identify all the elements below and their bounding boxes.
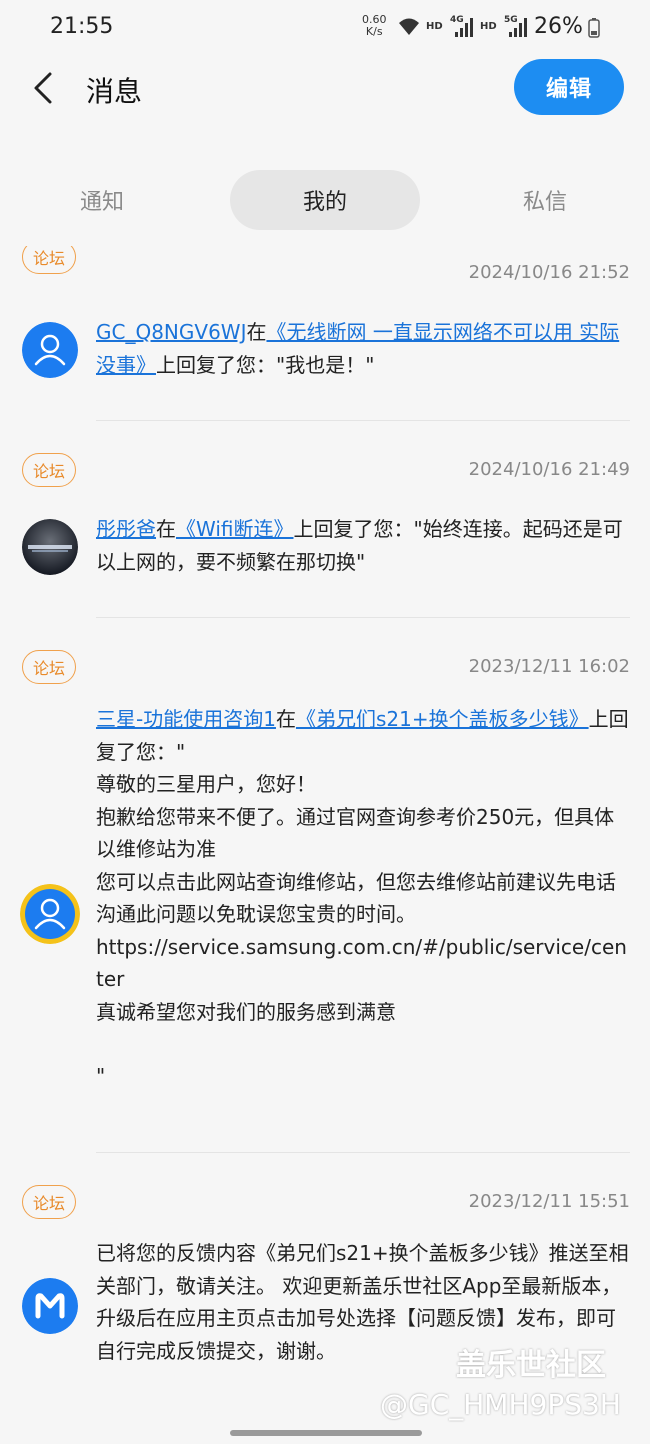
wifi-icon [399,18,419,35]
photo-avatar-icon [22,519,78,575]
message-line [96,1028,631,1060]
message-header-line: 三星-功能使用咨询1在《弟兄们s21+换个盖板多少钱》上回复了您：" [96,707,629,764]
message-date: 2023/12/11 16:02 [468,656,630,677]
default-avatar-icon [22,322,78,378]
signal-icon-1 [455,18,473,37]
forum-badge: 论坛 [22,1185,76,1219]
topic-link[interactable]: 《弟兄们s21+换个盖板多少钱》 [296,707,589,731]
battery-icon [588,18,600,38]
message-text: 三星-功能使用咨询1在《弟兄们s21+换个盖板多少钱》上回复了您：" 尊敬的三星… [96,703,631,1093]
divider [96,617,630,618]
battery-percent: 26% [534,14,583,39]
forum-badge: 论坛 [22,650,76,684]
message-date: 2024/10/16 21:49 [468,459,630,480]
user-avatar[interactable] [22,322,78,378]
signal-icon-2 [509,18,527,37]
message-text: 彤彤爸在《Wifi断连》上回复了您："始终连接。起码还是可以上网的，要不频繁在那… [96,517,623,574]
back-arrow-icon[interactable] [28,68,62,108]
divider [96,1152,630,1153]
system-avatar[interactable] [22,1278,78,1334]
user-avatar[interactable] [22,519,78,575]
message-date: 2024/10/16 21:52 [468,262,630,283]
tab-private-messages[interactable]: 私信 [472,170,618,230]
hd-label-2: HD [480,21,497,32]
community-logo-icon [22,1278,78,1334]
app-header: 消息 编辑 [0,56,650,126]
message-line: 尊敬的三星用户，您好！ [96,772,316,796]
message-feed[interactable]: 论坛 2024/10/16 21:52 GC_Q8NGV6WJ在《无线断网 一直… [0,246,650,1426]
message-line: 抱歉给您带来不便了。通过官网查询参考价250元，但具体以维修站为准 [96,804,615,862]
home-indicator[interactable] [230,1430,422,1436]
watermark-site: 盖乐世社区 [456,1348,606,1383]
message-line: 您可以点击此网站查询维修站，但您去维修站前建议先电话沟通此问题以免耽误您宝贵的时… [96,869,616,927]
status-time: 21:55 [50,14,114,39]
forum-badge: 论坛 [22,246,76,274]
message-line: https://service.samsung.com.cn/#/public/… [96,934,627,992]
edit-button[interactable]: 编辑 [514,59,624,115]
tab-notifications[interactable]: 通知 [30,170,174,230]
network-speed-unit: K/s [365,25,383,38]
topic-link[interactable]: 《Wifi断连》 [176,517,294,541]
message-date: 2023/12/11 15:51 [468,1191,630,1212]
divider [96,420,630,421]
message-line: 真诚希望您对我们的服务感到满意 [96,999,396,1024]
user-link[interactable]: 彤彤爸 [96,517,156,541]
network-speed: 0.60 K/s [362,14,387,38]
hd-label-1: HD [426,21,443,32]
watermark-user: @GC_HMH9PS3H [380,1388,621,1421]
user-avatar[interactable] [20,884,80,944]
official-avatar-icon [20,884,80,944]
status-bar: 21:55 0.60 K/s HD 4G HD 5G 26% [0,0,650,56]
message-text: GC_Q8NGV6WJ在《无线断网 一直显示网络不可以用 实际没事》上回复了您：… [96,320,620,377]
tab-mine[interactable]: 我的 [230,170,420,230]
tab-bar: 通知 我的 私信 [0,170,650,230]
user-link[interactable]: 三星-功能使用咨询1 [96,707,276,731]
forum-badge: 论坛 [22,453,76,487]
user-link[interactable]: GC_Q8NGV6WJ [96,320,246,344]
page-title: 消息 [86,75,143,108]
message-line: " [96,1064,106,1088]
